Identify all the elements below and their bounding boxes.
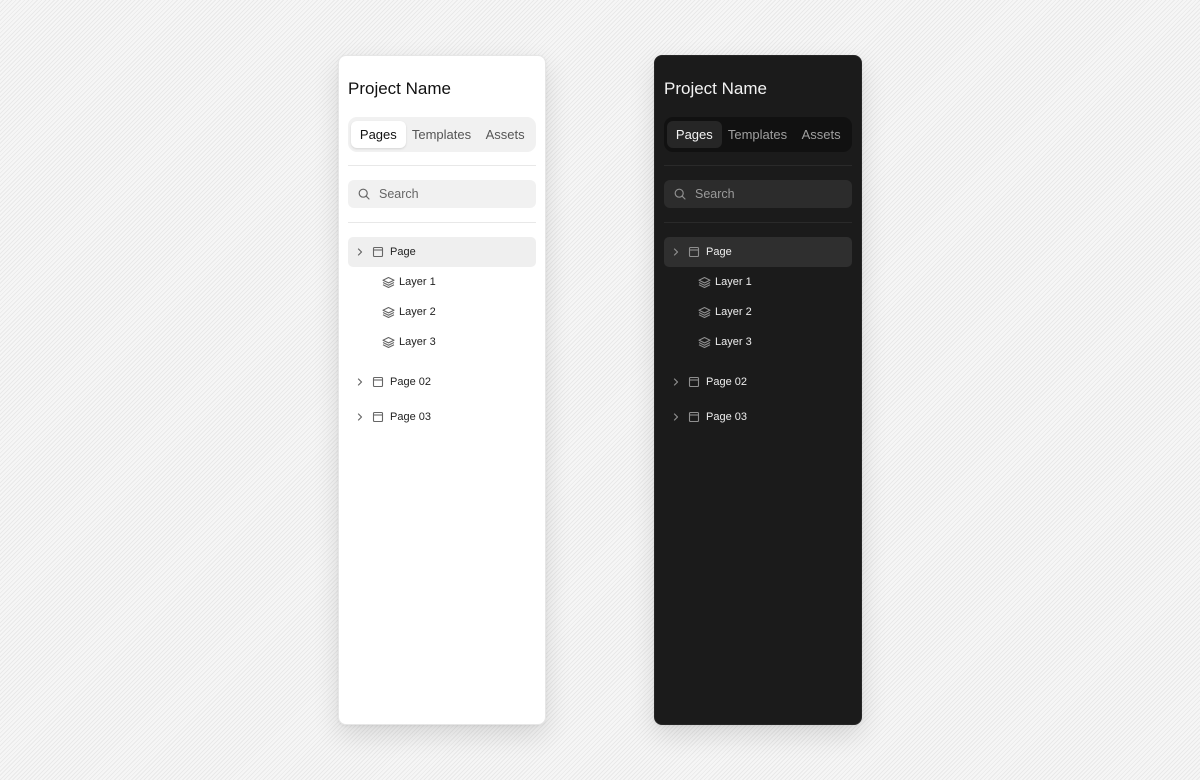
tree-item-label: Page [706,246,732,258]
tree-item-page-03[interactable]: Page 03 [664,402,852,432]
tab-bar: Pages Templates Assets [348,117,536,152]
page-tree: Page Layer 1 Layer 2 Layer 3 Page 02 Pag… [348,237,536,432]
sidebar-panel-light: Project Name Pages Templates Assets Page… [338,55,546,725]
tree-item-label: Layer 1 [399,276,436,288]
layers-icon [697,275,711,289]
tree-item-label: Page [390,246,416,258]
chevron-right-icon[interactable] [670,246,682,258]
tree-item-page-02[interactable]: Page 02 [664,367,852,397]
tab-assets[interactable]: Assets [477,121,533,148]
page-icon [687,375,701,389]
search-input[interactable] [695,187,835,201]
search-icon [674,188,686,200]
tree-item-layer-2[interactable]: Layer 2 [348,297,536,327]
tab-templates[interactable]: Templates [722,121,794,148]
tree-item-label: Layer 1 [715,276,752,288]
tree-item-layer-2[interactable]: Layer 2 [664,297,852,327]
chevron-right-icon[interactable] [354,411,366,423]
layers-icon [381,305,395,319]
tab-pages[interactable]: Pages [351,121,406,148]
tree-item-page[interactable]: Page [348,237,536,267]
page-tree: Page Layer 1 Layer 2 Layer 3 Page 02 Pag… [664,237,852,432]
tree-item-label: Page 02 [390,376,431,388]
divider [664,165,852,166]
tree-item-page-03[interactable]: Page 03 [348,402,536,432]
divider [348,222,536,223]
search-input[interactable] [379,187,519,201]
page-icon [371,375,385,389]
chevron-right-icon[interactable] [354,246,366,258]
tree-item-layer-3[interactable]: Layer 3 [348,327,536,357]
page-icon [687,410,701,424]
tab-templates[interactable]: Templates [406,121,478,148]
tree-item-label: Layer 3 [715,336,752,348]
tree-item-layer-3[interactable]: Layer 3 [664,327,852,357]
page-icon [371,410,385,424]
page-icon [687,245,701,259]
chevron-right-icon[interactable] [354,376,366,388]
page-icon [371,245,385,259]
layers-icon [381,275,395,289]
sidebar-panel-dark: Project Name Pages Templates Assets Page… [654,55,862,725]
search-box[interactable] [348,180,536,208]
layers-icon [697,335,711,349]
divider [348,165,536,166]
tree-item-label: Page 03 [706,411,747,423]
chevron-right-icon[interactable] [670,376,682,388]
tab-bar: Pages Templates Assets [664,117,852,152]
layers-icon [697,305,711,319]
tree-item-label: Layer 2 [715,306,752,318]
tree-item-layer-1[interactable]: Layer 1 [664,267,852,297]
tree-item-label: Page 02 [706,376,747,388]
tree-item-label: Page 03 [390,411,431,423]
tree-item-layer-1[interactable]: Layer 1 [348,267,536,297]
layers-icon [381,335,395,349]
tree-item-page-02[interactable]: Page 02 [348,367,536,397]
tree-item-label: Layer 3 [399,336,436,348]
search-icon [358,188,370,200]
tree-item-page[interactable]: Page [664,237,852,267]
tree-item-label: Layer 2 [399,306,436,318]
project-title: Project Name [664,79,767,98]
chevron-right-icon[interactable] [670,411,682,423]
tab-pages[interactable]: Pages [667,121,722,148]
project-title: Project Name [348,79,451,98]
search-box[interactable] [664,180,852,208]
divider [664,222,852,223]
tab-assets[interactable]: Assets [793,121,849,148]
